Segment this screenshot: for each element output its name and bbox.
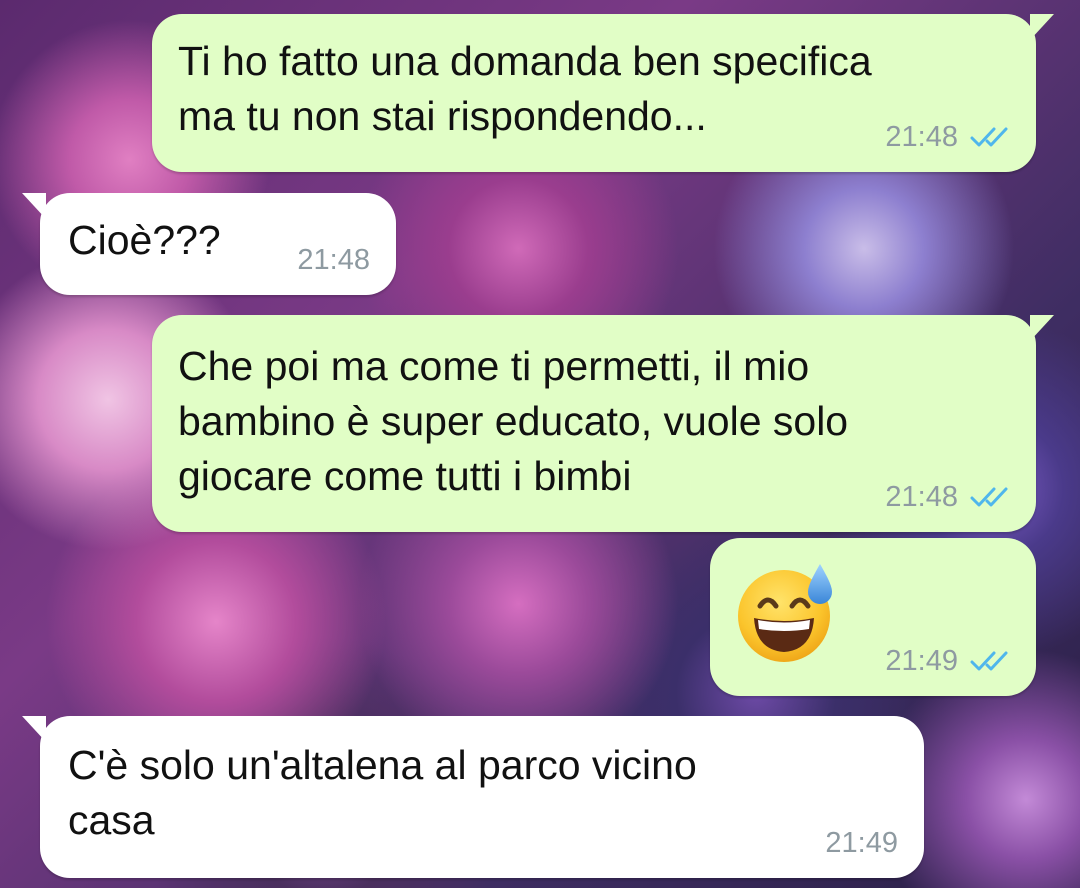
bubble-tail <box>22 193 46 219</box>
message-text: C'è solo un'altalena al parco vicino cas… <box>68 742 697 843</box>
double-check-read-icon <box>970 127 1008 147</box>
message-time: 21:48 <box>885 481 958 513</box>
message-meta: 21:49 <box>825 826 898 860</box>
message-text: Che poi ma come ti permetti, il mio bamb… <box>178 343 849 499</box>
message-time: 21:49 <box>825 827 898 859</box>
message-meta: 21:48 <box>297 243 370 277</box>
message-text: Ti ho fatto una domanda ben specifica ma… <box>178 38 872 139</box>
bubble-tail <box>1030 315 1054 341</box>
message-bubble-outgoing[interactable]: Che poi ma come ti permetti, il mio bamb… <box>152 315 1054 532</box>
bubble-tail <box>22 716 46 742</box>
message-bubble-outgoing[interactable]: Ti ho fatto una domanda ben specifica ma… <box>152 14 1054 172</box>
chat-background: Ti ho fatto una domanda ben specifica ma… <box>0 0 1080 888</box>
message-text: Cioè??? <box>68 217 221 263</box>
message-meta: 21:49 <box>885 644 1016 678</box>
double-check-read-icon <box>970 651 1008 671</box>
message-bubble-incoming[interactable]: Cioè??? 21:48 <box>22 193 396 295</box>
bubble-tail <box>1030 14 1054 40</box>
grinning-face-with-sweat-emoji <box>738 564 832 662</box>
message-bubble-outgoing[interactable]: 21:49 <box>710 538 1036 696</box>
double-check-read-icon <box>970 487 1008 507</box>
message-time: 21:49 <box>885 645 958 677</box>
message-meta: 21:48 <box>885 120 1016 154</box>
message-time: 21:48 <box>297 244 370 276</box>
message-time: 21:48 <box>885 121 958 153</box>
message-bubble-incoming[interactable]: C'è solo un'altalena al parco vicino cas… <box>22 716 924 878</box>
message-meta: 21:48 <box>885 480 1016 514</box>
